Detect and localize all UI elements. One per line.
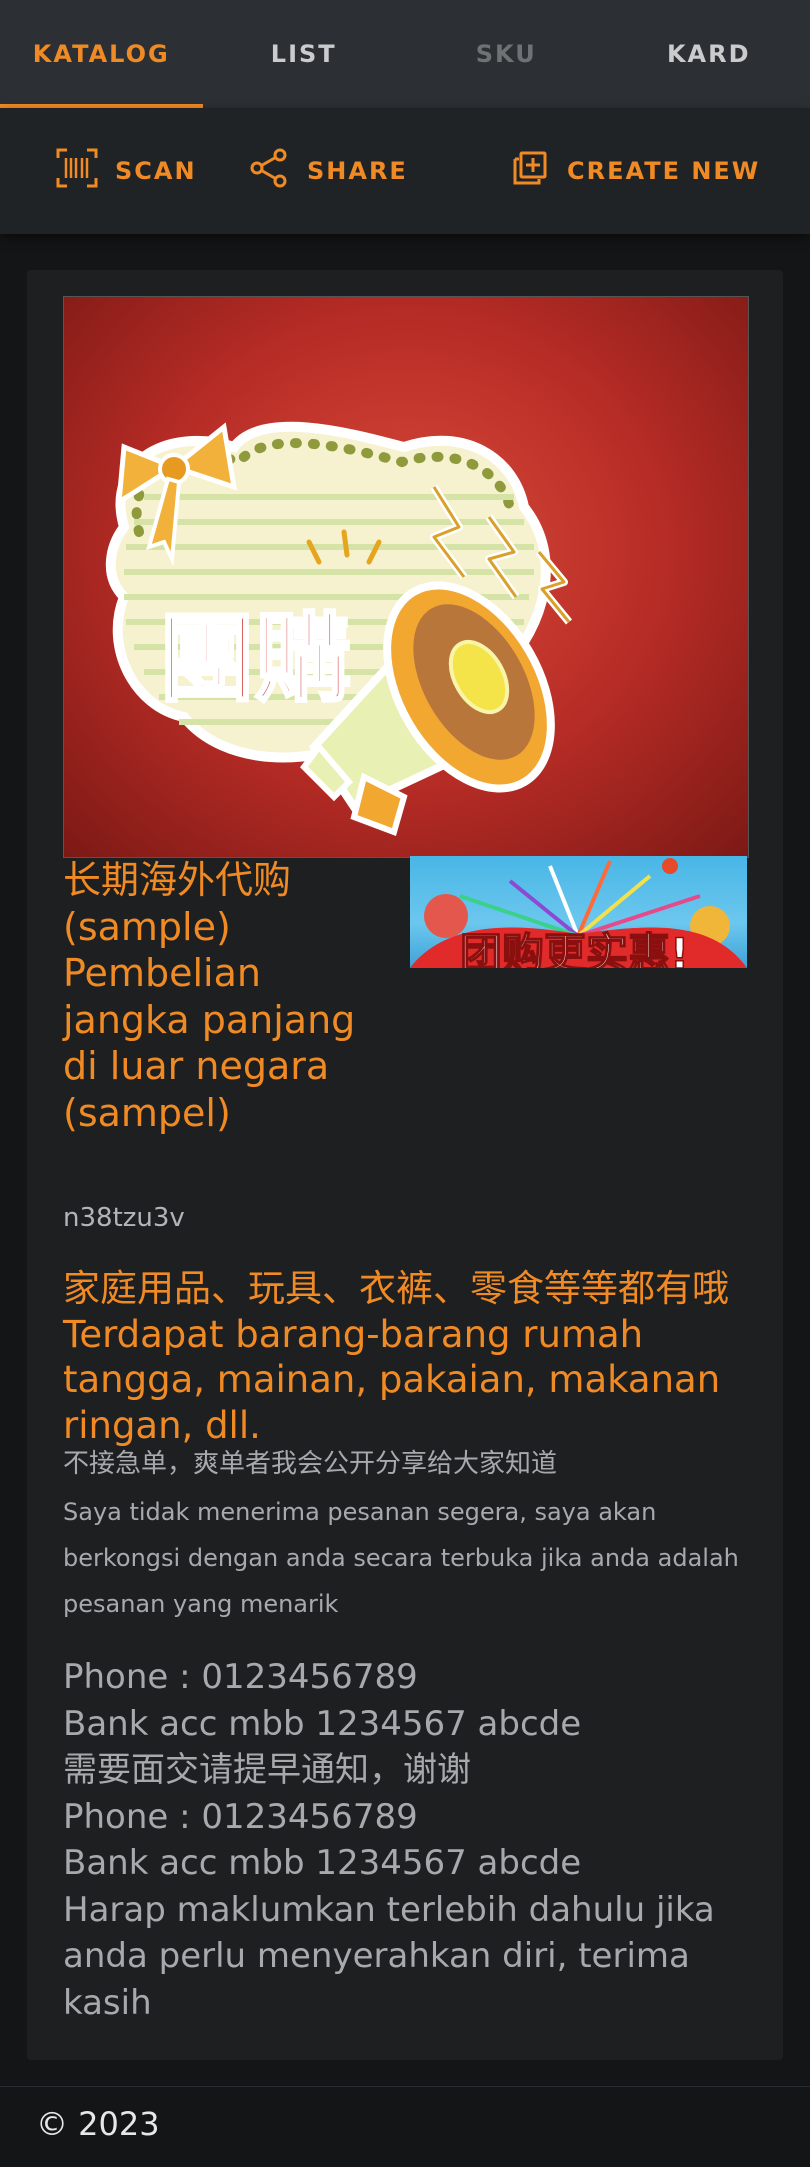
thumb-image-text: 团购更实惠! [460,929,689,968]
contact-line: Bank acc mbb 1234567 abcde [63,1701,753,1748]
product-title: 长期海外代购(sample) Pembelian jangka panjang … [63,857,393,1136]
main-image-text: 團購 [159,603,351,715]
toolbar: SCAN SHARE CREATE NEW [0,108,810,234]
contact-line: Phone : 0123456789 [63,1794,753,1841]
product-description: 家庭用品、玩具、衣裤、零食等等都有哦 Terdapat barang-baran… [63,1266,753,1448]
tab-katalog[interactable]: KATALOG [0,0,203,108]
tab-kard[interactable]: KARD [608,0,810,108]
share-button[interactable]: SHARE [247,108,408,234]
product-contact-info: Phone : 0123456789 Bank acc mbb 1234567 … [63,1654,753,2026]
contact-line: Bank acc mbb 1234567 abcde [63,1840,753,1887]
contact-line: Phone : 0123456789 [63,1654,753,1701]
copyright-text: © 2023 [36,2105,160,2143]
group-buy-banner: 团购更实惠! [410,856,747,968]
product-note-zh: 不接急单，爽单者我会公开分享给大家知道 [63,1448,753,1480]
create-new-button[interactable]: CREATE NEW [507,108,760,234]
product-main-image[interactable]: 團購 [63,296,749,858]
tab-bar: KATALOG LIST SKU KARD [0,0,810,108]
tab-sku[interactable]: SKU [405,0,608,108]
share-icon [247,146,307,196]
contact-line: 需要面交请提早通知，谢谢 [63,1747,753,1794]
scan-label: SCAN [115,157,197,185]
footer: © 2023 [0,2086,810,2167]
create-new-label: CREATE NEW [567,157,760,185]
product-note-ms: Saya tidak menerima pesanan segera, saya… [63,1489,753,1627]
add-box-icon [507,146,567,196]
barcode-scan-icon [55,146,115,196]
product-thumbnail[interactable]: 团购更实惠! [410,856,747,968]
tab-list[interactable]: LIST [203,0,406,108]
product-card: 團購 [27,270,783,2060]
share-label: SHARE [307,157,408,185]
contact-line: Harap maklumkan terlebih dahulu jika and… [63,1887,753,2027]
group-buy-illustration: 團購 [64,297,748,857]
scan-button[interactable]: SCAN [55,108,197,234]
product-code: n38tzu3v [63,1203,185,1233]
